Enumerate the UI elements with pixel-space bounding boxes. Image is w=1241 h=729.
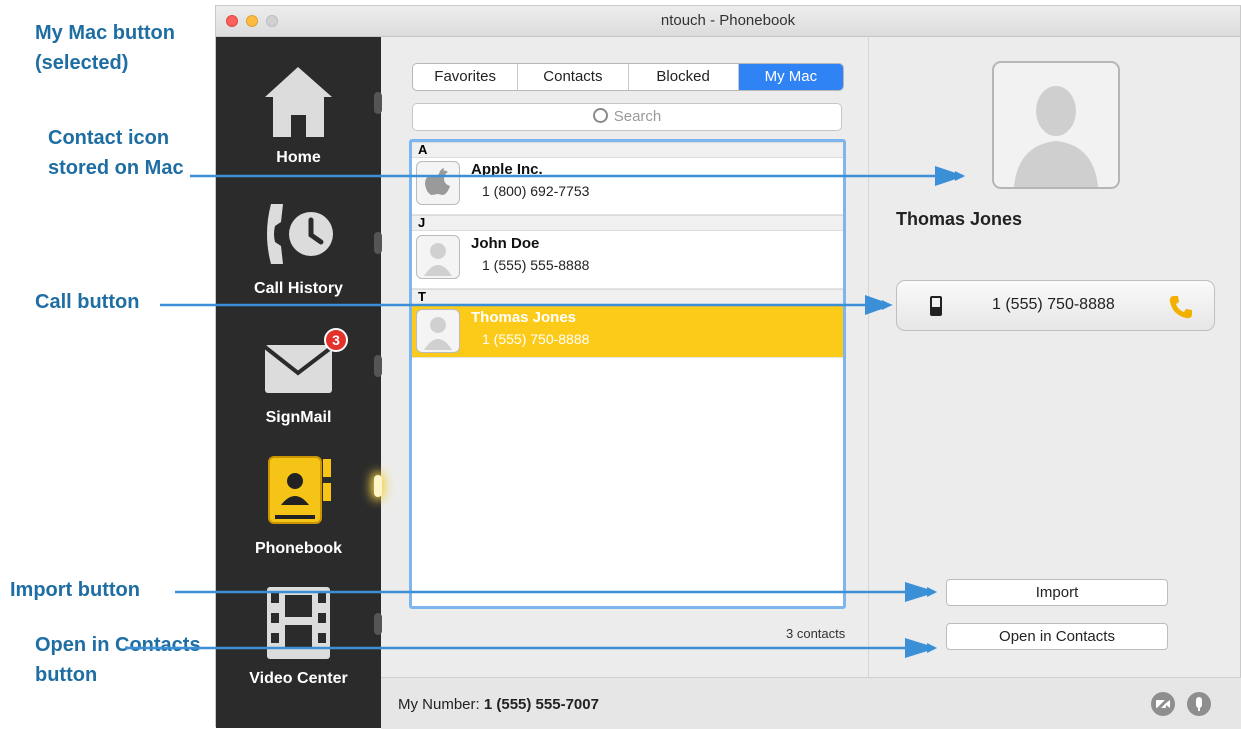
sidebar-item-home[interactable]: Home — [216, 37, 382, 166]
open-in-contacts-button[interactable]: Open in Contacts — [946, 623, 1168, 650]
person-silhouette-icon — [1014, 86, 1098, 187]
apple-logo-icon — [425, 168, 450, 195]
callout-contact-icon-text: Contact icon stored on Mac — [48, 127, 184, 179]
person-silhouette-icon — [424, 317, 452, 350]
callout-open-in-contacts: Open in Contacts button — [35, 630, 205, 690]
callout-call-button-text: Call button — [35, 291, 140, 313]
sidebar-indicator — [374, 355, 382, 377]
tab-favorites[interactable]: Favorites — [413, 64, 519, 90]
sidebar-indicator — [374, 613, 382, 635]
contact-number: 1 (800) 692-7753 — [482, 183, 590, 199]
contact-row-john-doe[interactable]: John Doe 1 (555) 555-8888 — [412, 231, 843, 289]
window-title: ntouch - Phonebook — [660, 12, 796, 29]
section-header-t: T — [412, 289, 843, 305]
section-header-j: J — [412, 215, 843, 231]
status-bar: My Number: 1 (555) 555-7007 — [381, 677, 1241, 729]
contact-row-apple[interactable]: Apple Inc. 1 (800) 692-7753 — [412, 157, 843, 215]
sidebar-indicator — [374, 232, 382, 254]
sidebar-item-phonebook[interactable]: Phonebook — [216, 423, 382, 557]
microphone-icon[interactable] — [1187, 692, 1211, 716]
contact-name: John Doe — [471, 235, 540, 252]
contact-avatar — [416, 161, 460, 205]
contact-avatar — [416, 235, 460, 279]
signmail-badge: 3 — [324, 328, 348, 352]
my-number-label: My Number: — [398, 696, 480, 713]
phonebook-icon — [268, 456, 331, 524]
my-number-value: 1 (555) 555-7007 — [483, 696, 599, 713]
contact-name: Apple Inc. — [471, 161, 543, 178]
call-number: 1 (555) 750-8888 — [992, 296, 1115, 313]
contact-name: Thomas Jones — [471, 309, 577, 326]
search-icon — [592, 108, 608, 123]
callout-import-button-text: Import button — [10, 579, 140, 601]
sidebar: Home Call History 3 SignMail Phonebook V… — [216, 37, 382, 728]
callout-open-in-contacts-text: Open in Contacts button — [35, 634, 201, 686]
film-icon — [267, 587, 330, 659]
mobile-phone-icon — [930, 296, 942, 316]
tab-my-mac[interactable]: My Mac — [738, 64, 843, 90]
contact-number: 1 (555) 750-8888 — [482, 331, 590, 347]
contact-number: 1 (555) 555-8888 — [482, 257, 590, 273]
sidebar-indicator — [374, 92, 382, 114]
phonebook-tabs: Favorites Contacts Blocked My Mac — [412, 63, 844, 91]
home-icon — [265, 67, 332, 137]
detail-contact-name: Thomas Jones — [896, 209, 1023, 229]
sidebar-active-indicator — [374, 475, 382, 497]
title-bar: ntouch - Phonebook — [216, 6, 1240, 37]
contact-list[interactable]: A Apple Inc. 1 (800) 692-7753 J John Doe… — [409, 139, 846, 609]
call-button[interactable]: 1 (555) 750-8888 — [896, 280, 1215, 331]
sidebar-item-label: Video Center — [249, 670, 348, 687]
search-placeholder: Search — [613, 108, 662, 125]
search-input[interactable]: Search — [412, 103, 842, 131]
video-off-icon[interactable] — [1151, 692, 1175, 716]
contact-avatar — [416, 309, 460, 353]
sidebar-item-label: Home — [276, 149, 321, 166]
app-window: ntouch - Phonebook Home Call History 3 S… — [215, 5, 1241, 729]
sidebar-item-signmail[interactable]: 3 SignMail — [216, 295, 382, 426]
my-number: My Number: 1 (555) 555-7007 — [398, 696, 599, 713]
sidebar-item-video-center[interactable]: Video Center — [216, 553, 382, 687]
person-silhouette-icon — [424, 243, 452, 276]
pane-divider — [868, 37, 869, 677]
call-history-icon — [267, 204, 333, 264]
import-button[interactable]: Import — [946, 579, 1168, 606]
section-header-a: A — [412, 142, 843, 158]
contact-row-thomas-jones[interactable]: Thomas Jones 1 (555) 750-8888 — [412, 305, 843, 358]
callout-my-mac: My Mac button (selected) — [35, 18, 205, 78]
sidebar-item-call-history[interactable]: Call History — [216, 167, 382, 297]
tab-contacts[interactable]: Contacts — [518, 64, 629, 90]
callout-call-button: Call button — [35, 287, 139, 317]
contact-photo — [992, 61, 1120, 189]
callout-contact-icon: Contact icon stored on Mac — [48, 123, 188, 183]
callout-my-mac-text: My Mac button (selected) — [35, 22, 175, 74]
callout-import-button: Import button — [10, 575, 140, 605]
tab-blocked[interactable]: Blocked — [629, 64, 739, 90]
contact-count: 3 contacts — [786, 626, 846, 641]
phone-handset-icon — [1169, 296, 1192, 319]
